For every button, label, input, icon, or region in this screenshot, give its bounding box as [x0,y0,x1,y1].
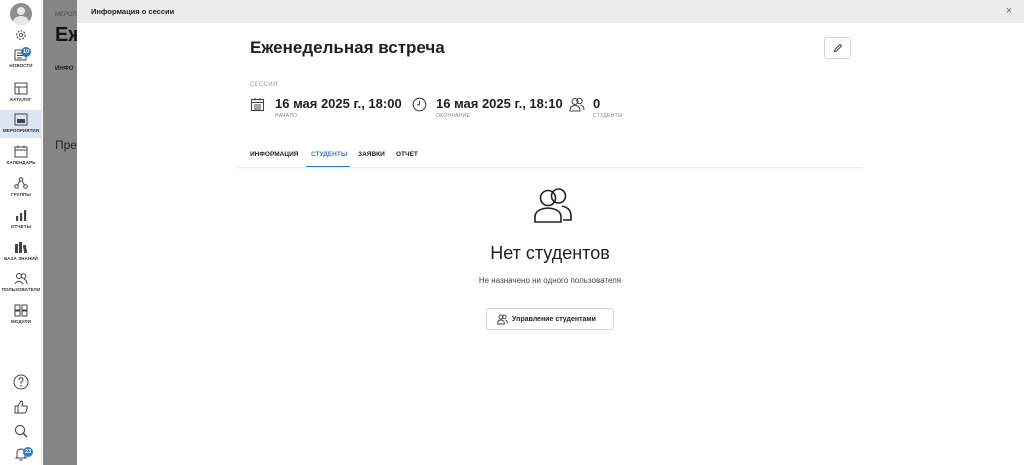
sidebar-item-modules[interactable]: МОДУЛИ [0,304,42,334]
tab-requests[interactable]: ЗАЯВКИ [358,151,385,158]
sidebar-item-label: НОВОСТИ [9,63,33,68]
knowledge-base-icon [15,242,28,254]
sidebar-item-events[interactable]: МЕРОПРИЯТИЯ [0,110,42,138]
session-tabs: ИНФОРМАЦИЯ СТУДЕНТЫ ЗАЯВКИ ОТЧЕТ [250,146,860,168]
sidebar-item-label: ГРУППЫ [11,192,31,197]
start-label: НАЧАЛО [275,113,298,119]
catalog-icon [14,82,28,95]
reports-icon [16,210,27,221]
users-icon [14,273,28,285]
clock-icon [412,97,427,112]
search-icon[interactable] [13,423,29,439]
tab-students[interactable]: СТУДЕНТЫ [311,151,347,158]
edit-button[interactable] [824,37,851,59]
start-value: 16 мая 2025 г., 18:00 [275,96,402,111]
tab-report[interactable]: ОТЧЕТ [396,151,418,158]
session-title: Еженедельная встреча [250,38,445,57]
events-icon [14,113,28,126]
thumbs-up-icon[interactable] [13,399,29,415]
calendar-icon [14,145,28,158]
sidebar-item-label: БАЗА ЗНАНИЙ [4,256,38,261]
sidebar-item-catalog[interactable]: КАТАЛОГ [0,82,42,112]
users-icon [569,97,585,112]
sidebar-item-groups[interactable]: ГРУППЫ [0,177,42,207]
sidebar-item-label: ОТЧЕТЫ [10,224,32,229]
modules-icon [14,304,28,317]
close-button[interactable]: × [1002,4,1016,18]
sidebar-item-label: КАЛЕНДАРЬ [6,160,36,165]
sidebar-item-label: МЕРОПРИЯТИЯ [2,128,40,133]
sidebar: НОВОСТИ 10 КАТАЛОГ МЕРОПРИЯТИЯ КАЛЕНДАРЬ… [0,0,42,465]
calendar-icon [250,98,265,112]
news-badge: 10 [21,47,31,57]
avatar[interactable] [10,3,32,25]
empty-state-title: Нет студентов [490,243,610,263]
end-label: ОКОНЧАНИЕ [436,113,471,119]
sidebar-item-label: КАТАЛОГ [10,97,32,102]
gear-icon[interactable] [14,28,28,42]
modal-title: Информация о сессии [91,7,175,16]
students-count: 0 [593,96,601,111]
session-info-modal: Информация о сессии × Еженедельная встре… [77,0,1024,465]
sidebar-item-users[interactable]: ПОЛЬЗОВАТЕЛИ [0,272,42,302]
sidebar-item-label: МОДУЛИ [10,319,32,324]
sidebar-item-label: ПОЛЬЗОВАТЕЛИ [1,287,41,292]
sidebar-item-news[interactable]: НОВОСТИ 10 [0,47,42,78]
students-label: СТУДЕНТЫ [593,113,623,119]
help-icon[interactable] [13,374,29,390]
users-icon [534,188,572,223]
end-value: 16 мая 2025 г., 18:10 [436,96,563,111]
sidebar-item-reports[interactable]: ОТЧЕТЫ [0,209,42,239]
manage-students-button[interactable]: Управление студентами [486,308,614,330]
groups-icon [14,177,28,189]
tab-information[interactable]: ИНФОРМАЦИЯ [250,151,298,158]
manage-students-label: Управление студентами [512,316,596,323]
notifications-badge: 23 [23,447,33,457]
modal-header: Информация о сессии × [77,0,1024,23]
users-icon [497,314,508,325]
pencil-icon [833,43,843,53]
session-caption: СЕССИЯ [250,82,278,88]
sidebar-item-calendar[interactable]: КАЛЕНДАРЬ [0,145,42,175]
tabs-divider [237,167,862,168]
empty-state-subtitle: Не назначено ни одного пользователя [478,276,622,285]
sidebar-item-knowledge-base[interactable]: БАЗА ЗНАНИЙ [0,241,42,271]
